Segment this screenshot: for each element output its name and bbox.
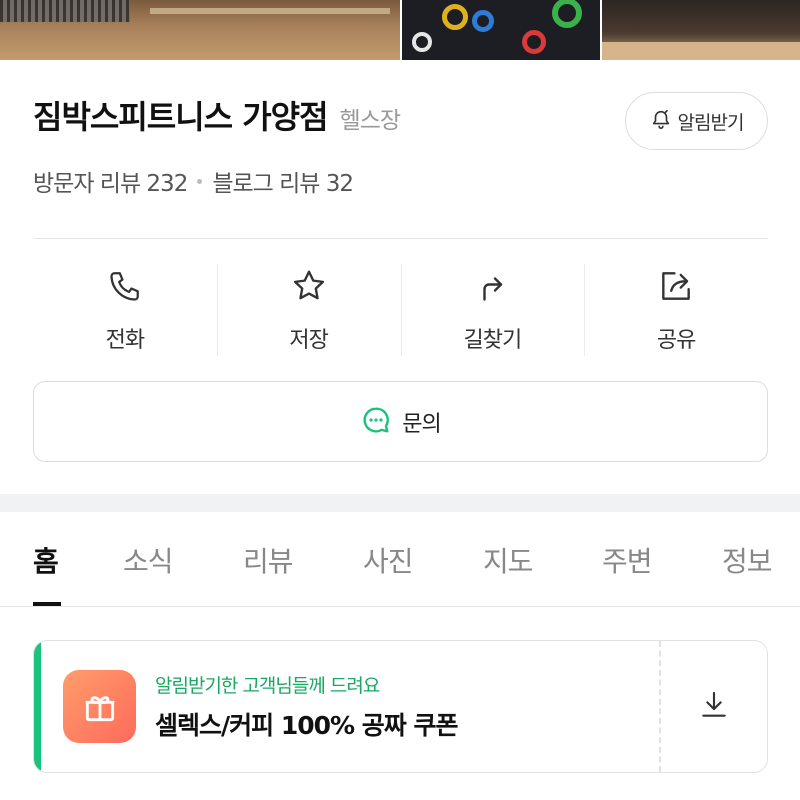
alarm-button[interactable]: 알림받기 xyxy=(625,92,768,150)
phone-icon xyxy=(105,266,145,306)
call-label: 전화 xyxy=(105,328,145,353)
share-label: 공유 xyxy=(656,328,696,353)
alarm-button-label: 알림받기 xyxy=(677,111,745,134)
tab-home[interactable]: 홈 xyxy=(33,540,59,580)
action-bar: 전화 저장 길찾기 공유 xyxy=(33,260,768,356)
share-icon xyxy=(656,266,696,306)
star-icon xyxy=(289,266,329,306)
blog-review-link[interactable]: 블로그 리뷰 32 xyxy=(212,164,354,198)
tab-nearby[interactable]: 주변 xyxy=(602,540,653,580)
tab-bar: 홈 소식 리뷰 사진 지도 주변 정보 xyxy=(0,512,800,607)
review-summary: 방문자 리뷰 232 블로그 리뷰 32 xyxy=(33,164,354,198)
photo-strip[interactable] xyxy=(0,0,800,60)
inquiry-button[interactable]: 문의 xyxy=(33,381,768,462)
tab-photos[interactable]: 사진 xyxy=(363,540,414,580)
inquiry-label: 문의 xyxy=(402,411,441,437)
download-icon xyxy=(698,689,730,725)
divider xyxy=(33,238,768,239)
save-button[interactable]: 저장 xyxy=(216,260,401,356)
coupon-accent-stripe xyxy=(34,641,41,772)
directions-label: 길찾기 xyxy=(463,328,523,353)
tab-news[interactable]: 소식 xyxy=(123,540,174,580)
gym-photo[interactable] xyxy=(602,0,800,60)
chat-bubble-icon xyxy=(360,404,392,440)
tab-reviews[interactable]: 리뷰 xyxy=(243,540,294,580)
directions-icon xyxy=(472,266,512,306)
share-button[interactable]: 공유 xyxy=(584,260,768,356)
section-separator xyxy=(0,494,800,512)
bell-icon xyxy=(650,108,672,134)
separator-dot xyxy=(197,178,203,184)
coupon-title: 셀렉스/커피 100% 공짜 쿠폰 xyxy=(155,711,458,740)
place-name: 짐박스피트니스 가양점 xyxy=(33,98,329,136)
coupon-subtitle: 알림받기한 고객님들께 드려요 xyxy=(155,675,380,697)
gym-photo[interactable] xyxy=(402,0,600,60)
active-tab-indicator xyxy=(33,602,61,606)
call-button[interactable]: 전화 xyxy=(33,260,217,355)
save-label: 저장 xyxy=(289,328,328,353)
coupon-body[interactable]: 알림받기한 고객님들께 드려요 셀렉스/커피 100% 공짜 쿠폰 xyxy=(41,641,661,772)
place-category: 헬스장 xyxy=(339,108,401,134)
gym-photo[interactable] xyxy=(0,0,400,60)
directions-button[interactable]: 길찾기 xyxy=(400,260,585,356)
tab-map[interactable]: 지도 xyxy=(483,540,534,580)
gift-icon xyxy=(63,670,136,743)
place-header: 짐박스피트니스 가양점 헬스장 알림받기 방문자 리뷰 232 블로그 리뷰 3… xyxy=(33,92,768,197)
coupon-card[interactable]: 알림받기한 고객님들께 드려요 셀렉스/커피 100% 공짜 쿠폰 xyxy=(33,640,768,773)
visitor-review-link[interactable]: 방문자 리뷰 232 xyxy=(33,164,188,198)
tab-info[interactable]: 정보 xyxy=(722,540,773,580)
coupon-download-button[interactable] xyxy=(661,641,767,772)
